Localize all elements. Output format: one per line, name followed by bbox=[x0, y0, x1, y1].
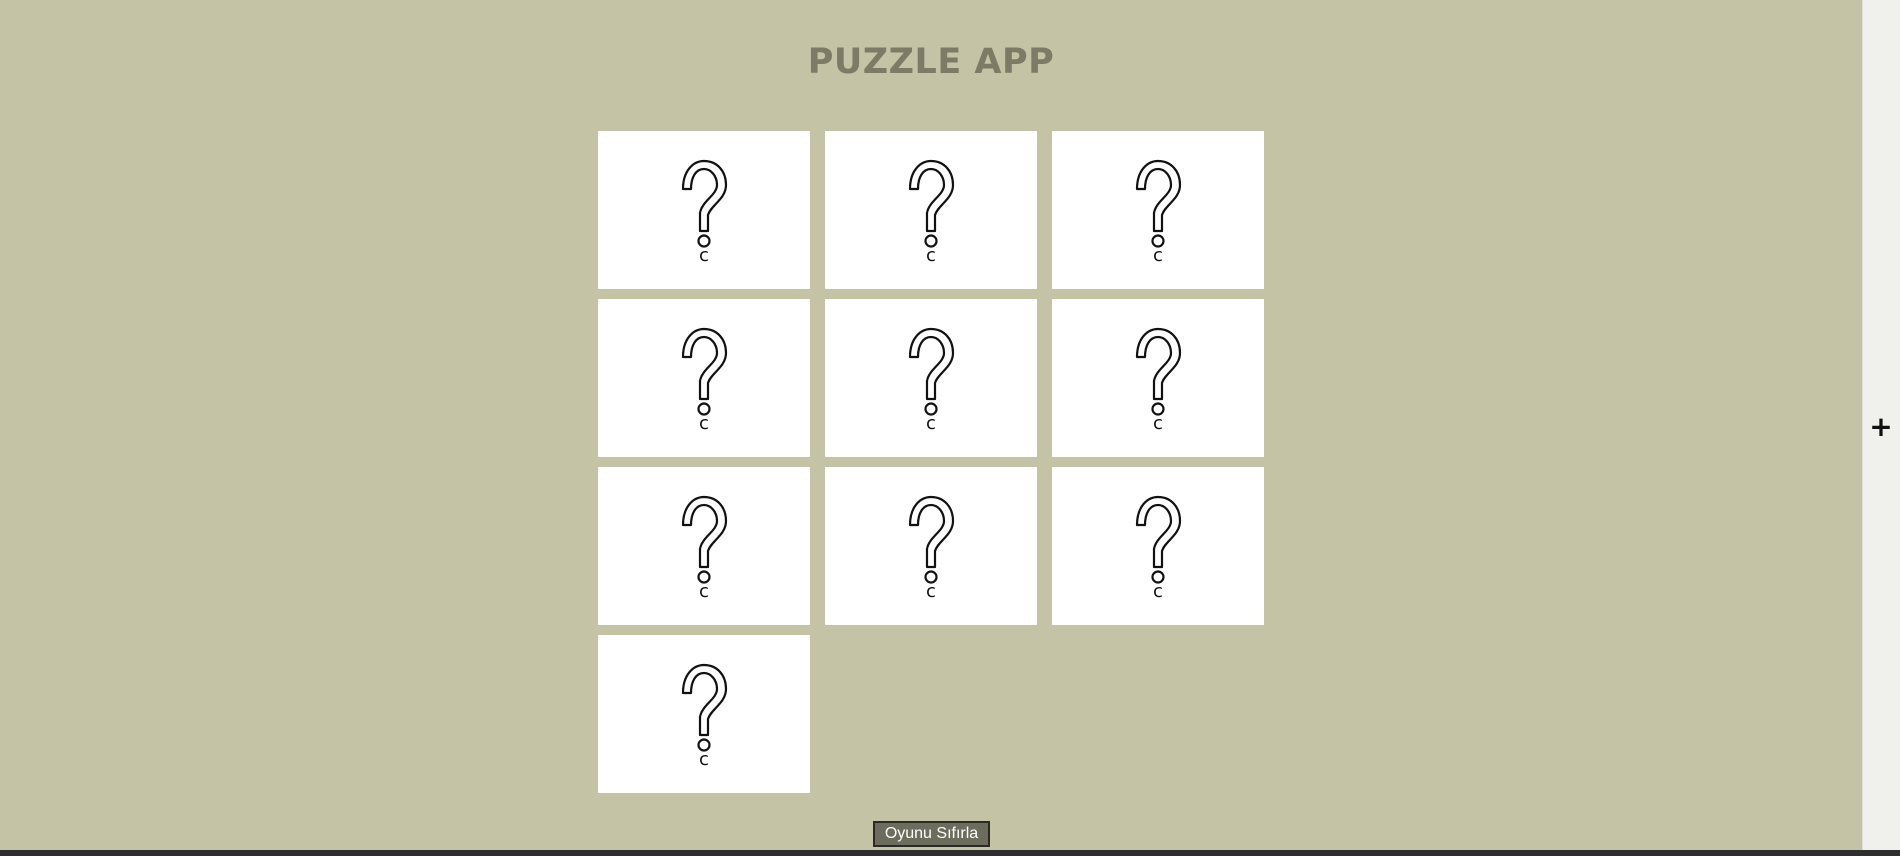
puzzle-card[interactable]: c bbox=[598, 467, 810, 625]
puzzle-card[interactable]: c bbox=[825, 299, 1037, 457]
question-mark-icon: c bbox=[1135, 159, 1182, 265]
card-label: c bbox=[699, 245, 709, 265]
question-mark-icon: c bbox=[681, 159, 728, 265]
puzzle-card[interactable]: c bbox=[825, 467, 1037, 625]
puzzle-card[interactable]: c bbox=[598, 299, 810, 457]
question-mark-icon: c bbox=[681, 663, 728, 769]
question-mark-icon: c bbox=[681, 327, 728, 433]
card-label: c bbox=[699, 413, 709, 433]
puzzle-card[interactable]: c bbox=[1052, 467, 1264, 625]
puzzle-app: PUZZLE APP c c c c c c c c c c Oyunu Sıf… bbox=[0, 0, 1862, 850]
page-title: PUZZLE APP bbox=[807, 42, 1055, 82]
card-grid: c c c c c c c c c c bbox=[598, 131, 1265, 793]
card-label: c bbox=[699, 749, 709, 769]
card-label: c bbox=[699, 581, 709, 601]
card-label: c bbox=[1153, 413, 1163, 433]
question-mark-icon: c bbox=[908, 327, 955, 433]
card-label: c bbox=[1153, 581, 1163, 601]
plus-icon[interactable]: + bbox=[1868, 410, 1894, 443]
question-mark-icon: c bbox=[908, 159, 955, 265]
puzzle-card[interactable]: c bbox=[598, 131, 810, 289]
question-mark-icon: c bbox=[1135, 495, 1182, 601]
card-label: c bbox=[1153, 245, 1163, 265]
bottom-bar bbox=[0, 850, 1900, 856]
question-mark-icon: c bbox=[681, 495, 728, 601]
question-mark-icon: c bbox=[908, 495, 955, 601]
puzzle-card[interactable]: c bbox=[1052, 131, 1264, 289]
reset-game-button[interactable]: Oyunu Sıfırla bbox=[873, 821, 990, 847]
puzzle-card[interactable]: c bbox=[1052, 299, 1264, 457]
card-label: c bbox=[926, 581, 936, 601]
puzzle-card[interactable]: c bbox=[825, 131, 1037, 289]
question-mark-icon: c bbox=[1135, 327, 1182, 433]
puzzle-card[interactable]: c bbox=[598, 635, 810, 793]
card-label: c bbox=[926, 245, 936, 265]
card-label: c bbox=[926, 413, 936, 433]
